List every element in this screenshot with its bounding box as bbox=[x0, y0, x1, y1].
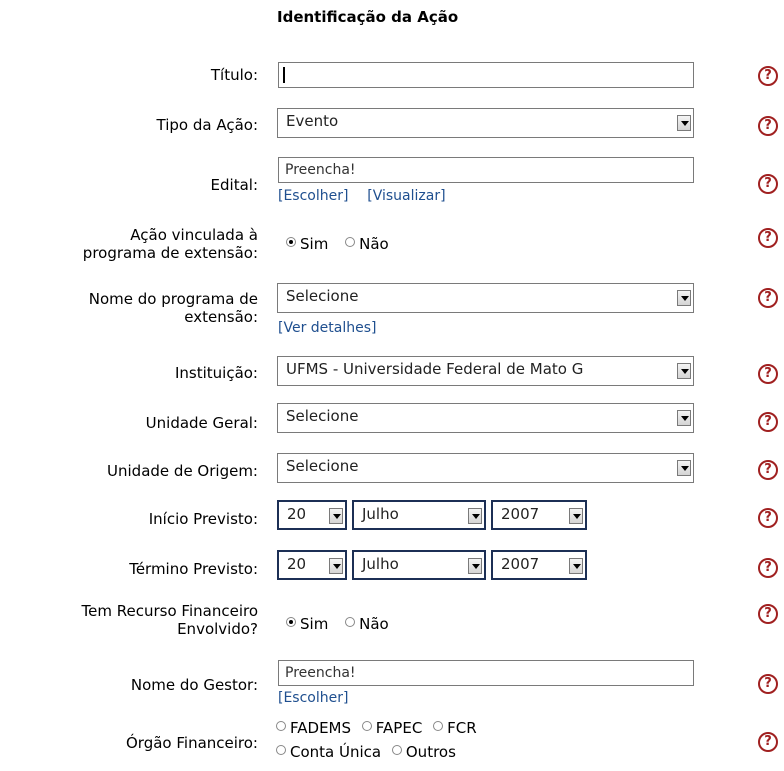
label-recurso-financeiro: Tem Recurso Financeiro Envolvido? bbox=[81, 602, 258, 638]
label-unidade-origem: Unidade de Origem: bbox=[107, 462, 258, 480]
termino-mes-select[interactable]: Julho bbox=[352, 550, 486, 580]
termino-dia-value: 20 bbox=[287, 555, 307, 573]
gestor-escolher-link[interactable]: [Escolher] bbox=[278, 690, 348, 706]
dropdown-arrow-icon[interactable] bbox=[677, 460, 691, 476]
gestor-input[interactable]: Preencha! bbox=[278, 660, 694, 686]
dropdown-arrow-icon[interactable] bbox=[468, 558, 482, 574]
instituicao-value: UFMS - Universidade Federal de Mato G bbox=[286, 360, 584, 378]
dropdown-arrow-icon[interactable] bbox=[468, 508, 482, 524]
dropdown-arrow-icon[interactable] bbox=[569, 558, 583, 574]
dropdown-arrow-icon[interactable] bbox=[677, 410, 691, 426]
orgao-fadems-radio[interactable] bbox=[276, 720, 286, 731]
label-nome-programa: Nome do programa de extensão: bbox=[88, 290, 258, 326]
help-icon-edital[interactable]: ? bbox=[758, 174, 778, 194]
edital-input[interactable]: Preencha! bbox=[278, 157, 694, 183]
help-icon-orgao[interactable]: ? bbox=[758, 732, 778, 752]
orgao-outros-radio[interactable] bbox=[391, 744, 402, 755]
programa-select[interactable]: Selecione bbox=[277, 283, 694, 313]
help-icon-programa[interactable]: ? bbox=[758, 288, 778, 308]
label-tipo-acao: Tipo da Ação: bbox=[156, 116, 258, 134]
recurso-radio-group: Sim Não bbox=[286, 612, 401, 633]
help-icon-titulo[interactable]: ? bbox=[758, 66, 778, 86]
orgao-conta-unica-radio[interactable] bbox=[276, 744, 286, 755]
acao-vinculada-nao-radio[interactable] bbox=[345, 236, 356, 247]
termino-dia-select[interactable]: 20 bbox=[277, 550, 347, 580]
acao-vinculada-radio-group: Sim Não bbox=[286, 232, 401, 253]
termino-ano-select[interactable]: 2007 bbox=[491, 550, 587, 580]
unidade-geral-value: Selecione bbox=[286, 407, 359, 425]
label-orgao-financeiro: Órgão Financeiro: bbox=[126, 734, 258, 752]
help-icon-unidade-geral[interactable]: ? bbox=[758, 412, 778, 432]
dropdown-arrow-icon[interactable] bbox=[677, 115, 691, 131]
edital-visualizar-link[interactable]: [Visualizar] bbox=[367, 188, 445, 204]
unidade-geral-select[interactable]: Selecione bbox=[277, 403, 694, 433]
help-icon-tipo[interactable]: ? bbox=[758, 116, 778, 136]
label-instituicao: Instituição: bbox=[174, 364, 258, 382]
label-inicio-previsto: Início Previsto: bbox=[148, 510, 258, 528]
dropdown-arrow-icon[interactable] bbox=[329, 508, 343, 524]
tipo-acao-select[interactable]: Evento bbox=[277, 108, 694, 138]
unidade-origem-select[interactable]: Selecione bbox=[277, 453, 694, 483]
inicio-ano-value: 2007 bbox=[501, 505, 540, 523]
help-icon-instituicao[interactable]: ? bbox=[758, 364, 778, 384]
orgao-fcr-radio[interactable] bbox=[433, 720, 444, 731]
help-icon-inicio[interactable]: ? bbox=[758, 508, 778, 528]
help-icon-termino[interactable]: ? bbox=[758, 558, 778, 578]
label-titulo: Título: bbox=[210, 66, 258, 84]
text-caret bbox=[283, 67, 285, 83]
inicio-dia-value: 20 bbox=[287, 505, 307, 523]
help-icon-recurso[interactable]: ? bbox=[758, 604, 778, 624]
termino-ano-value: 2007 bbox=[501, 555, 540, 573]
inicio-mes-value: Julho bbox=[362, 505, 399, 523]
inicio-ano-select[interactable]: 2007 bbox=[491, 500, 587, 530]
termino-mes-value: Julho bbox=[362, 555, 399, 573]
recurso-sim-radio[interactable] bbox=[286, 616, 296, 627]
programa-value: Selecione bbox=[286, 287, 359, 305]
label-nome-gestor: Nome do Gestor: bbox=[130, 676, 258, 694]
dropdown-arrow-icon[interactable] bbox=[329, 558, 343, 574]
page-title: Identificação da Ação bbox=[277, 8, 459, 26]
unidade-origem-value: Selecione bbox=[286, 457, 359, 475]
recurso-nao-radio[interactable] bbox=[345, 616, 356, 627]
edital-escolher-link[interactable]: [Escolher] bbox=[278, 188, 348, 204]
titulo-input[interactable] bbox=[278, 62, 694, 88]
ver-detalhes-link[interactable]: [Ver detalhes] bbox=[278, 320, 376, 336]
dropdown-arrow-icon[interactable] bbox=[569, 508, 583, 524]
label-acao-vinculada: Ação vinculada à programa de extensão: bbox=[82, 226, 258, 262]
label-edital: Edital: bbox=[210, 176, 258, 194]
dropdown-arrow-icon[interactable] bbox=[677, 363, 691, 379]
tipo-acao-value: Evento bbox=[286, 112, 339, 130]
instituicao-select[interactable]: UFMS - Universidade Federal de Mato G bbox=[277, 356, 694, 386]
inicio-dia-select[interactable]: 20 bbox=[277, 500, 347, 530]
label-termino-previsto: Término Previsto: bbox=[129, 560, 258, 578]
help-icon-unidade-origem[interactable]: ? bbox=[758, 460, 778, 480]
help-icon-gestor[interactable]: ? bbox=[758, 674, 778, 694]
dropdown-arrow-icon[interactable] bbox=[677, 290, 691, 306]
orgao-fapec-radio[interactable] bbox=[361, 720, 372, 731]
help-icon-acao-vinculada[interactable]: ? bbox=[758, 228, 778, 248]
inicio-mes-select[interactable]: Julho bbox=[352, 500, 486, 530]
orgao-radio-group: FADEMS FAPEC FCR Conta Única Outros bbox=[276, 713, 489, 761]
label-unidade-geral: Unidade Geral: bbox=[145, 414, 258, 432]
acao-vinculada-sim-radio[interactable] bbox=[286, 236, 296, 247]
